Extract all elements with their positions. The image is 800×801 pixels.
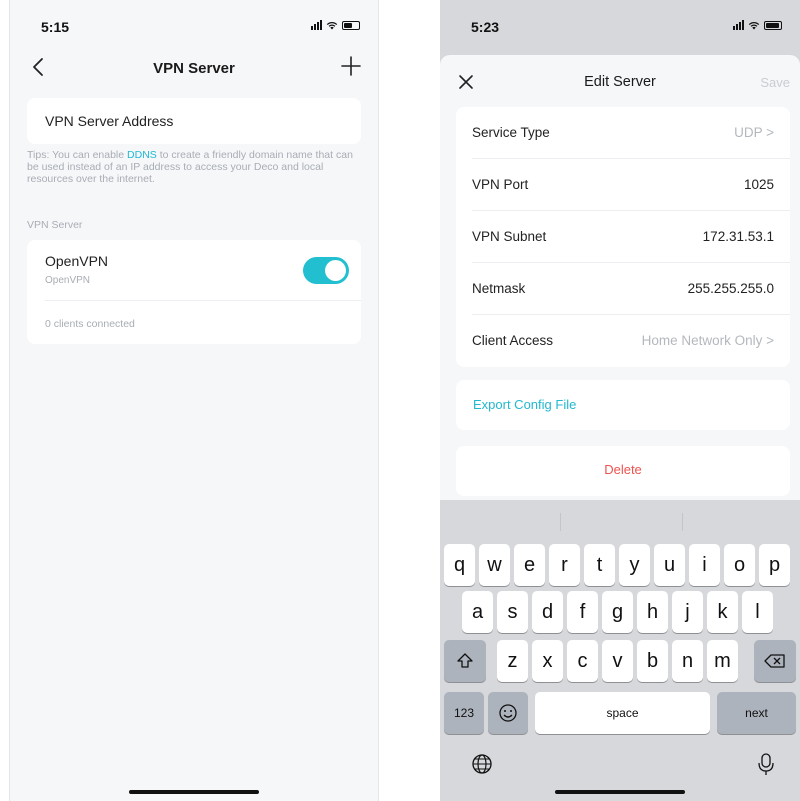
key-c[interactable]: c [567,640,598,682]
numbers-key[interactable]: 123 [444,692,484,734]
wifi-icon [326,21,338,30]
home-indicator [555,790,685,794]
signal-icon [733,20,744,30]
openvpn-toggle[interactable] [303,257,349,284]
key-p[interactable]: p [759,544,790,586]
row-label: VPN Subnet [472,229,547,244]
phone-edit-server: 5:23 Edit Server Save Service Type UDP >… [440,0,800,801]
home-indicator [129,790,259,794]
key-m[interactable]: m [707,640,738,682]
row-label: VPN Port [472,177,529,192]
toggle-knob [325,260,346,281]
status-time: 5:15 [41,19,70,35]
openvpn-card[interactable]: OpenVPN OpenVPN 0 clients connected [27,240,361,344]
vpn-port-row[interactable]: VPN Port 1025 [456,159,790,211]
microphone-icon[interactable] [756,752,776,776]
vpn-server-section-label: VPN Server [27,219,83,231]
separator [682,513,683,531]
key-x[interactable]: x [532,640,563,682]
separator [560,513,561,531]
key-s[interactable]: s [497,591,528,633]
key-a[interactable]: a [462,591,493,633]
vpn-server-address-label: VPN Server Address [45,113,174,129]
space-key[interactable]: space [535,692,710,734]
key-h[interactable]: h [637,591,668,633]
key-i[interactable]: i [689,544,720,586]
key-f[interactable]: f [567,591,598,633]
backspace-key[interactable] [754,640,796,682]
tips-text: Tips: You can enable DDNS to create a fr… [27,149,357,185]
key-q[interactable]: q [444,544,475,586]
globe-icon[interactable] [470,752,494,776]
netmask-row[interactable]: Netmask 255.255.255.0 [456,263,790,315]
save-button[interactable]: Save [760,75,790,90]
divider [45,300,361,301]
export-config-button[interactable]: Export Config File [456,380,790,430]
key-w[interactable]: w [479,544,510,586]
navigation-bar: VPN Server [10,48,378,90]
vpn-server-address-row[interactable]: VPN Server Address [27,98,361,144]
row-value[interactable]: 172.31.53.1 [703,229,774,244]
key-y[interactable]: y [619,544,650,586]
signal-icon [311,20,322,30]
key-j[interactable]: j [672,591,703,633]
row-value[interactable]: 1025 [744,177,774,192]
row-value: Home Network Only > [641,333,774,348]
key-k[interactable]: k [707,591,738,633]
battery-icon [764,20,782,30]
next-key[interactable]: next [717,692,796,734]
export-config-label: Export Config File [473,397,577,412]
delete-button[interactable]: Delete [456,446,790,496]
key-u[interactable]: u [654,544,685,586]
key-l[interactable]: l [742,591,773,633]
server-settings-card: Service Type UDP > VPN Port 1025 VPN Sub… [456,107,790,367]
vpn-subnet-row[interactable]: VPN Subnet 172.31.53.1 [456,211,790,263]
status-icons [311,20,360,30]
key-d[interactable]: d [532,591,563,633]
row-label: Client Access [472,333,554,348]
row-value[interactable]: 255.255.255.0 [688,281,774,296]
key-g[interactable]: g [602,591,633,633]
key-n[interactable]: n [672,640,703,682]
shift-key[interactable] [444,640,486,682]
key-z[interactable]: z [497,640,528,682]
openvpn-subtitle: OpenVPN [45,275,91,286]
key-r[interactable]: r [549,544,580,586]
status-bar: 5:23 [440,0,800,46]
backspace-icon [764,654,785,668]
wifi-icon [748,21,760,30]
sheet-title: Edit Server [584,74,656,90]
clients-connected-text: 0 clients connected [45,318,135,330]
openvpn-name: OpenVPN [45,253,109,269]
emoji-key[interactable] [488,692,528,734]
tips-prefix: Tips: You can enable [27,149,128,161]
edit-server-sheet: Edit Server Save Service Type UDP > VPN … [440,55,800,500]
status-time: 5:23 [471,19,500,35]
battery-icon [342,20,360,30]
emoji-icon [499,704,517,722]
row-label: Service Type [472,125,550,140]
key-o[interactable]: o [724,544,755,586]
ddns-link[interactable]: DDNS [127,149,157,161]
shift-icon [457,653,473,668]
delete-label: Delete [604,462,642,477]
key-e[interactable]: e [514,544,545,586]
key-v[interactable]: v [602,640,633,682]
row-label: Netmask [472,281,526,296]
key-b[interactable]: b [637,640,668,682]
key-t[interactable]: t [584,544,615,586]
keyboard-suggestion-bar [440,500,800,540]
status-icons [733,20,782,30]
keyboard-bottom-bar [440,740,800,801]
add-icon[interactable] [340,55,362,77]
row-value: UDP > [734,125,774,140]
phone-vpn-server: 5:15 VPN Server VPN Server Address Tips:… [9,0,379,801]
service-type-row[interactable]: Service Type UDP > [456,107,790,159]
status-bar: 5:15 [10,0,378,46]
page-title: VPN Server [153,60,235,77]
client-access-row[interactable]: Client Access Home Network Only > [456,315,790,367]
